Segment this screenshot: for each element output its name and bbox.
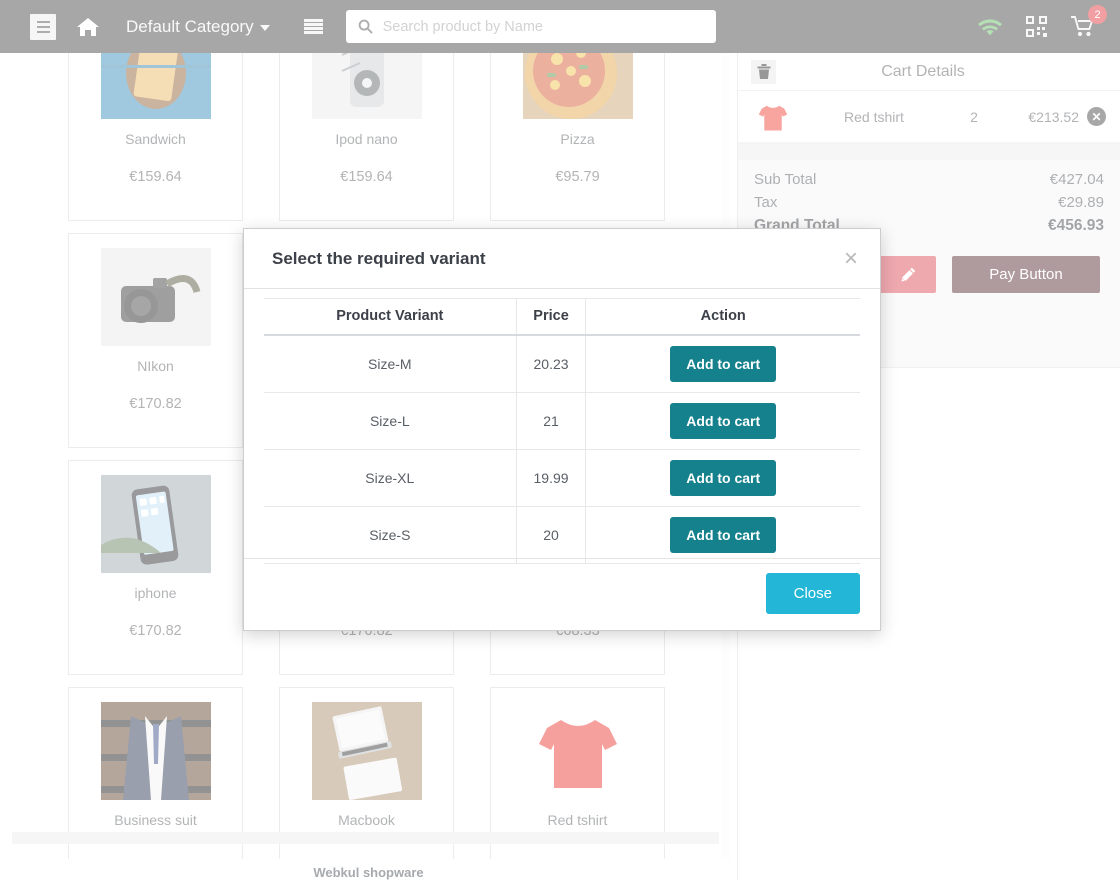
modal-header: Select the required variant ×	[244, 229, 880, 289]
variant-table: Product Variant Price Action Size-M 20.23 Ad…	[264, 298, 860, 564]
close-button[interactable]: Close	[765, 573, 860, 614]
variant-name: Size-M	[264, 335, 517, 393]
modal-title: Select the required variant	[272, 248, 486, 268]
variant-table-header-row: Product Variant Price Action	[264, 298, 860, 336]
variant-action-cell: Add to cart	[585, 392, 860, 450]
variant-action-cell: Add to cart	[585, 506, 860, 564]
add-to-cart-button[interactable]: Add to cart	[670, 460, 777, 496]
variant-table-body: Size-M 20.23 Add to cart Size-L 21 Add to car…	[264, 335, 860, 564]
add-to-cart-button[interactable]: Add to cart	[670, 517, 777, 553]
variant-name: Size-S	[264, 506, 517, 564]
variant-price: 21	[516, 392, 587, 450]
variant-price: 20	[516, 506, 587, 564]
close-icon[interactable]: ×	[844, 246, 858, 271]
variant-table-row: Size-M 20.23 Add to cart	[264, 335, 860, 393]
variant-action-cell: Add to cart	[585, 335, 860, 393]
variant-price: 19.99	[516, 449, 587, 507]
variant-table-row: Size-XL 19.99 Add to cart	[264, 449, 860, 507]
variant-table-header: Action	[585, 298, 860, 336]
variant-table-row: Size-L 21 Add to cart	[264, 392, 860, 450]
add-to-cart-button[interactable]: Add to cart	[670, 346, 777, 382]
variant-name: Size-XL	[264, 449, 517, 507]
variant-price: 20.23	[516, 335, 587, 393]
variant-table-row: Size-S 20 Add to cart	[264, 506, 860, 564]
modal-body: Product Variant Price Action Size-M 20.23 Ad…	[244, 289, 880, 564]
variant-table-header: Price	[516, 298, 587, 336]
variant-selection-modal: Select the required variant × Product Va…	[243, 228, 881, 631]
variant-name: Size-L	[264, 392, 517, 450]
add-to-cart-button[interactable]: Add to cart	[670, 403, 777, 439]
variant-table-header: Product Variant	[264, 298, 517, 336]
variant-action-cell: Add to cart	[585, 449, 860, 507]
modal-footer: Close	[244, 558, 880, 630]
